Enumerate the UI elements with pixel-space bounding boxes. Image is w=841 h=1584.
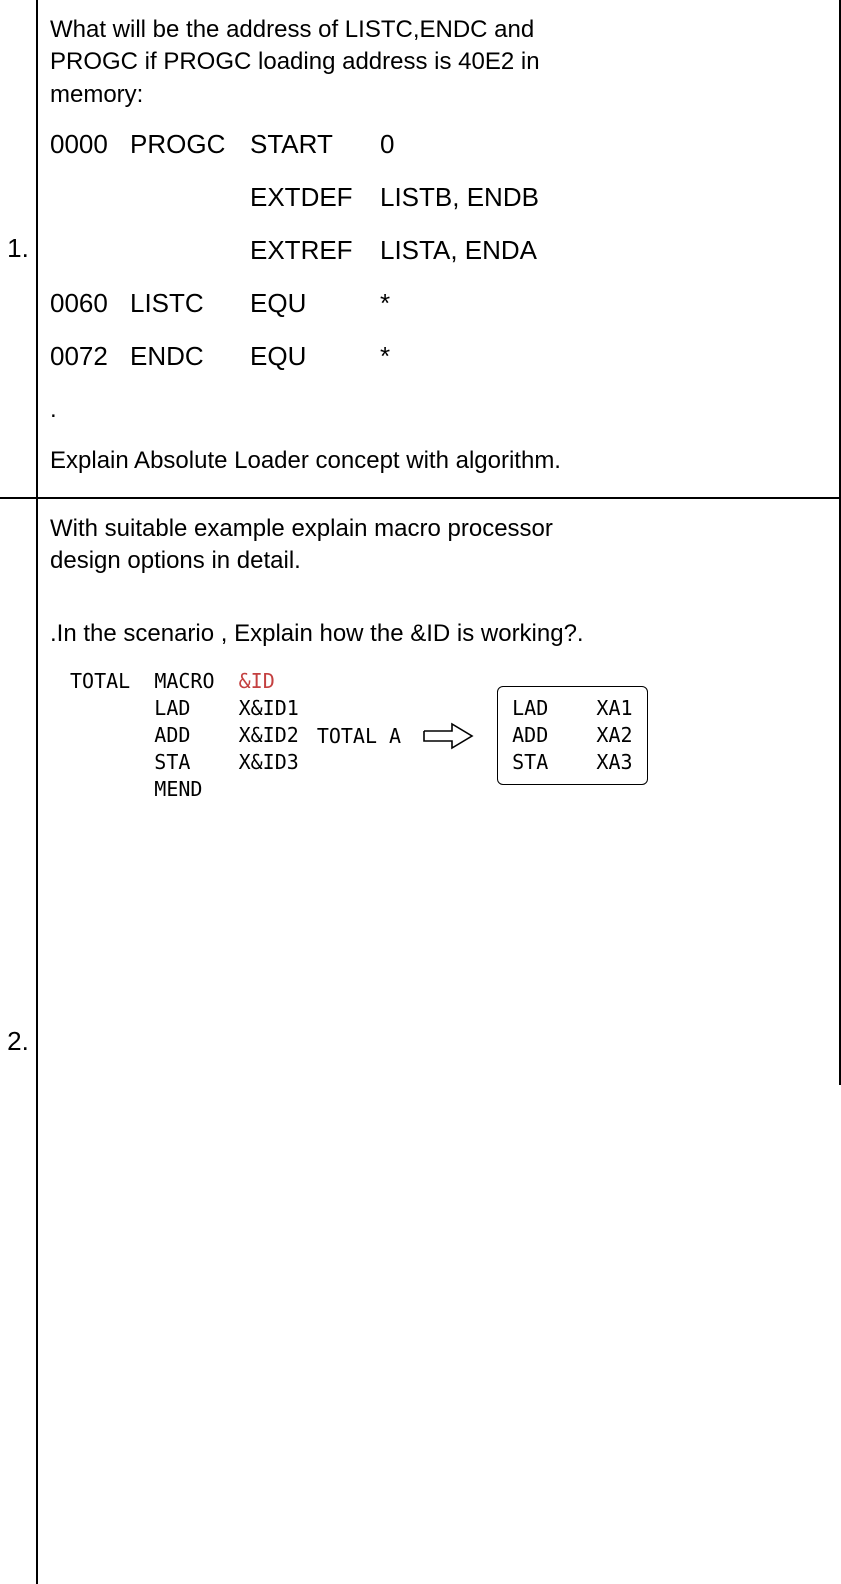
q1-dot: . bbox=[50, 394, 825, 426]
code-label: LISTC bbox=[130, 288, 250, 319]
result-row-1: LAD XA1 bbox=[512, 695, 632, 722]
code-addr bbox=[50, 235, 130, 266]
code-addr bbox=[50, 182, 130, 213]
code-label: ENDC bbox=[130, 341, 250, 372]
macro-definition: TOTAL MACRO &ID LAD X&ID1 ADD X&ID2 STA … bbox=[70, 668, 299, 803]
macro-name: TOTAL bbox=[70, 669, 130, 693]
code-operand: LISTA, ENDA bbox=[380, 235, 825, 266]
macro-keyword: MACRO bbox=[154, 669, 214, 693]
macro-arg: X&ID3 bbox=[239, 750, 299, 774]
macro-expansion: LAD XA1 ADD XA2 STA XA3 bbox=[497, 686, 647, 785]
question-1-row: 1. What will be the address of LISTC,END… bbox=[0, 0, 839, 499]
result-arg: XA2 bbox=[596, 723, 632, 747]
result-arg: XA1 bbox=[596, 696, 632, 720]
code-label: PROGC bbox=[130, 129, 250, 160]
macro-row-2: ADD X&ID2 bbox=[70, 722, 299, 749]
code-addr: 0060 bbox=[50, 288, 130, 319]
macro-head: TOTAL MACRO &ID bbox=[70, 668, 299, 695]
question-1-number: 1. bbox=[0, 0, 38, 497]
code-operand: LISTB, ENDB bbox=[380, 182, 825, 213]
code-line-5: 0072 ENDC EQU * bbox=[50, 341, 825, 372]
macro-mend-kw: MEND bbox=[154, 777, 202, 801]
page: 1. What will be the address of LISTC,END… bbox=[0, 0, 841, 1085]
macro-op: ADD bbox=[154, 723, 190, 747]
question-2-number: 2. bbox=[0, 499, 38, 1584]
code-op: START bbox=[250, 129, 380, 160]
q1-intro-line-1: What will be the address of LISTC,ENDC a… bbox=[50, 16, 534, 43]
result-op: LAD bbox=[512, 696, 548, 720]
code-operand: 0 bbox=[380, 129, 825, 160]
code-label bbox=[130, 235, 250, 266]
macro-param: &ID bbox=[239, 669, 275, 693]
code-op: EQU bbox=[250, 288, 380, 319]
q1-tail: Explain Absolute Loader concept with alg… bbox=[50, 445, 825, 477]
macro-row-3: STA X&ID3 bbox=[70, 749, 299, 776]
q1-intro: What will be the address of LISTC,ENDC a… bbox=[50, 14, 825, 111]
question-2-content: With suitable example explain macro proc… bbox=[38, 499, 839, 1584]
result-row-3: STA XA3 bbox=[512, 749, 632, 776]
code-op: EXTDEF bbox=[250, 182, 380, 213]
q1-intro-line-3: memory: bbox=[50, 81, 143, 108]
macro-mend: MEND bbox=[70, 776, 299, 803]
result-op: STA bbox=[512, 750, 548, 774]
code-line-2: EXTDEF LISTB, ENDB bbox=[50, 182, 825, 213]
result-op: ADD bbox=[512, 723, 548, 747]
question-2-row: 2. With suitable example explain macro p… bbox=[0, 499, 839, 1584]
result-arg: XA3 bbox=[596, 750, 632, 774]
q1-code: 0000 PROGC START 0 EXTDEF LISTB, ENDB EX… bbox=[50, 129, 825, 372]
code-operand: * bbox=[380, 288, 825, 319]
code-line-4: 0060 LISTC EQU * bbox=[50, 288, 825, 319]
result-row-2: ADD XA2 bbox=[512, 722, 632, 749]
macro-call: TOTAL A bbox=[317, 724, 401, 748]
code-addr: 0000 bbox=[50, 129, 130, 160]
macro-op: LAD bbox=[154, 696, 190, 720]
code-line-3: EXTREF LISTA, ENDA bbox=[50, 235, 825, 266]
code-operand: * bbox=[380, 341, 825, 372]
q2-intro-line-1: With suitable example explain macro proc… bbox=[50, 515, 553, 542]
q2-intro: With suitable example explain macro proc… bbox=[50, 513, 825, 578]
macro-op: STA bbox=[154, 750, 190, 774]
q2-intro-line-2: design options in detail. bbox=[50, 547, 301, 574]
q2-scenario: .In the scenario , Explain how the &ID i… bbox=[50, 618, 825, 650]
q1-intro-line-2: PROGC if PROGC loading address is 40E2 i… bbox=[50, 48, 540, 75]
arrow-right-icon bbox=[419, 718, 479, 754]
macro-figure: TOTAL MACRO &ID LAD X&ID1 ADD X&ID2 STA … bbox=[70, 668, 825, 803]
code-addr: 0072 bbox=[50, 341, 130, 372]
question-1-content: What will be the address of LISTC,ENDC a… bbox=[38, 0, 839, 497]
macro-arg: X&ID1 bbox=[239, 696, 299, 720]
code-op: EQU bbox=[250, 341, 380, 372]
code-label bbox=[130, 182, 250, 213]
code-op: EXTREF bbox=[250, 235, 380, 266]
code-line-1: 0000 PROGC START 0 bbox=[50, 129, 825, 160]
macro-row-1: LAD X&ID1 bbox=[70, 695, 299, 722]
macro-arg: X&ID2 bbox=[239, 723, 299, 747]
